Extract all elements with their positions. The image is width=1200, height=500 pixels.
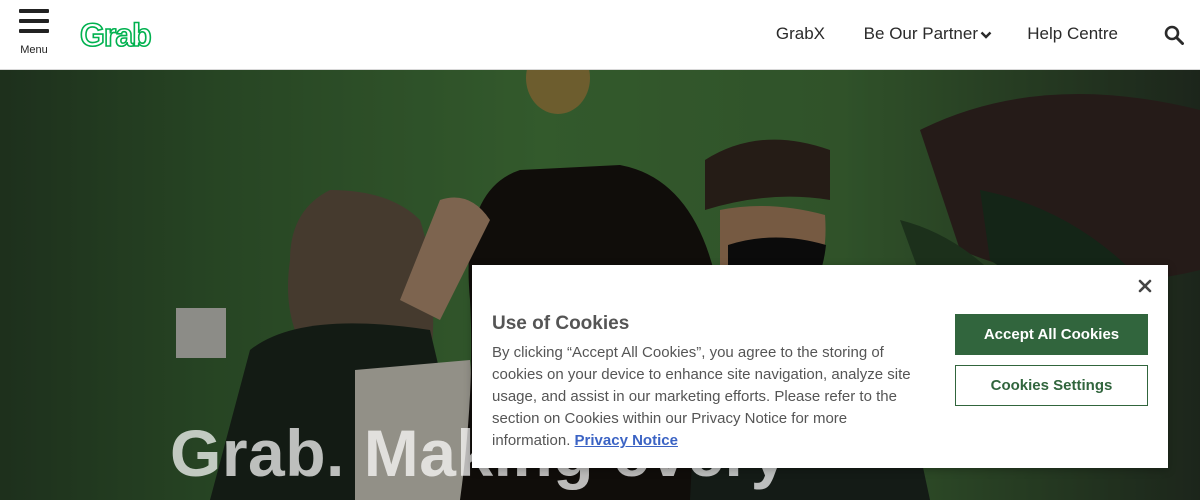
nav-link-be-our-partner[interactable]: Be Our Partner (864, 24, 992, 44)
grab-logo[interactable]: Grab (80, 17, 170, 53)
svg-text:Grab: Grab (80, 17, 151, 53)
nav-partner-label: Be Our Partner (863, 24, 978, 43)
hamburger-menu-icon (19, 9, 49, 35)
search-icon[interactable] (1164, 25, 1184, 45)
cookie-dialog-text: By clicking “Accept All Cookies”, you ag… (492, 342, 922, 452)
nav-link-help-centre[interactable]: Help Centre (1027, 24, 1118, 44)
menu-button[interactable]: Menu (14, 6, 54, 60)
menu-label: Menu (20, 44, 48, 56)
nav-link-grabx[interactable]: GrabX (776, 24, 825, 44)
accept-all-cookies-button[interactable]: Accept All Cookies (955, 314, 1148, 355)
cookie-dialog-title: Use of Cookies (492, 313, 630, 334)
chevron-down-icon (980, 31, 992, 39)
close-icon[interactable] (1136, 277, 1154, 295)
cookie-body-text: By clicking “Accept All Cookies”, you ag… (492, 344, 911, 449)
privacy-notice-link[interactable]: Privacy Notice (575, 432, 678, 449)
cookie-consent-dialog: Use of Cookies By clicking “Accept All C… (472, 265, 1168, 468)
site-header: Menu Grab GrabX Be Our Partner Help Cent… (0, 0, 1200, 70)
cookies-settings-button[interactable]: Cookies Settings (955, 365, 1148, 406)
